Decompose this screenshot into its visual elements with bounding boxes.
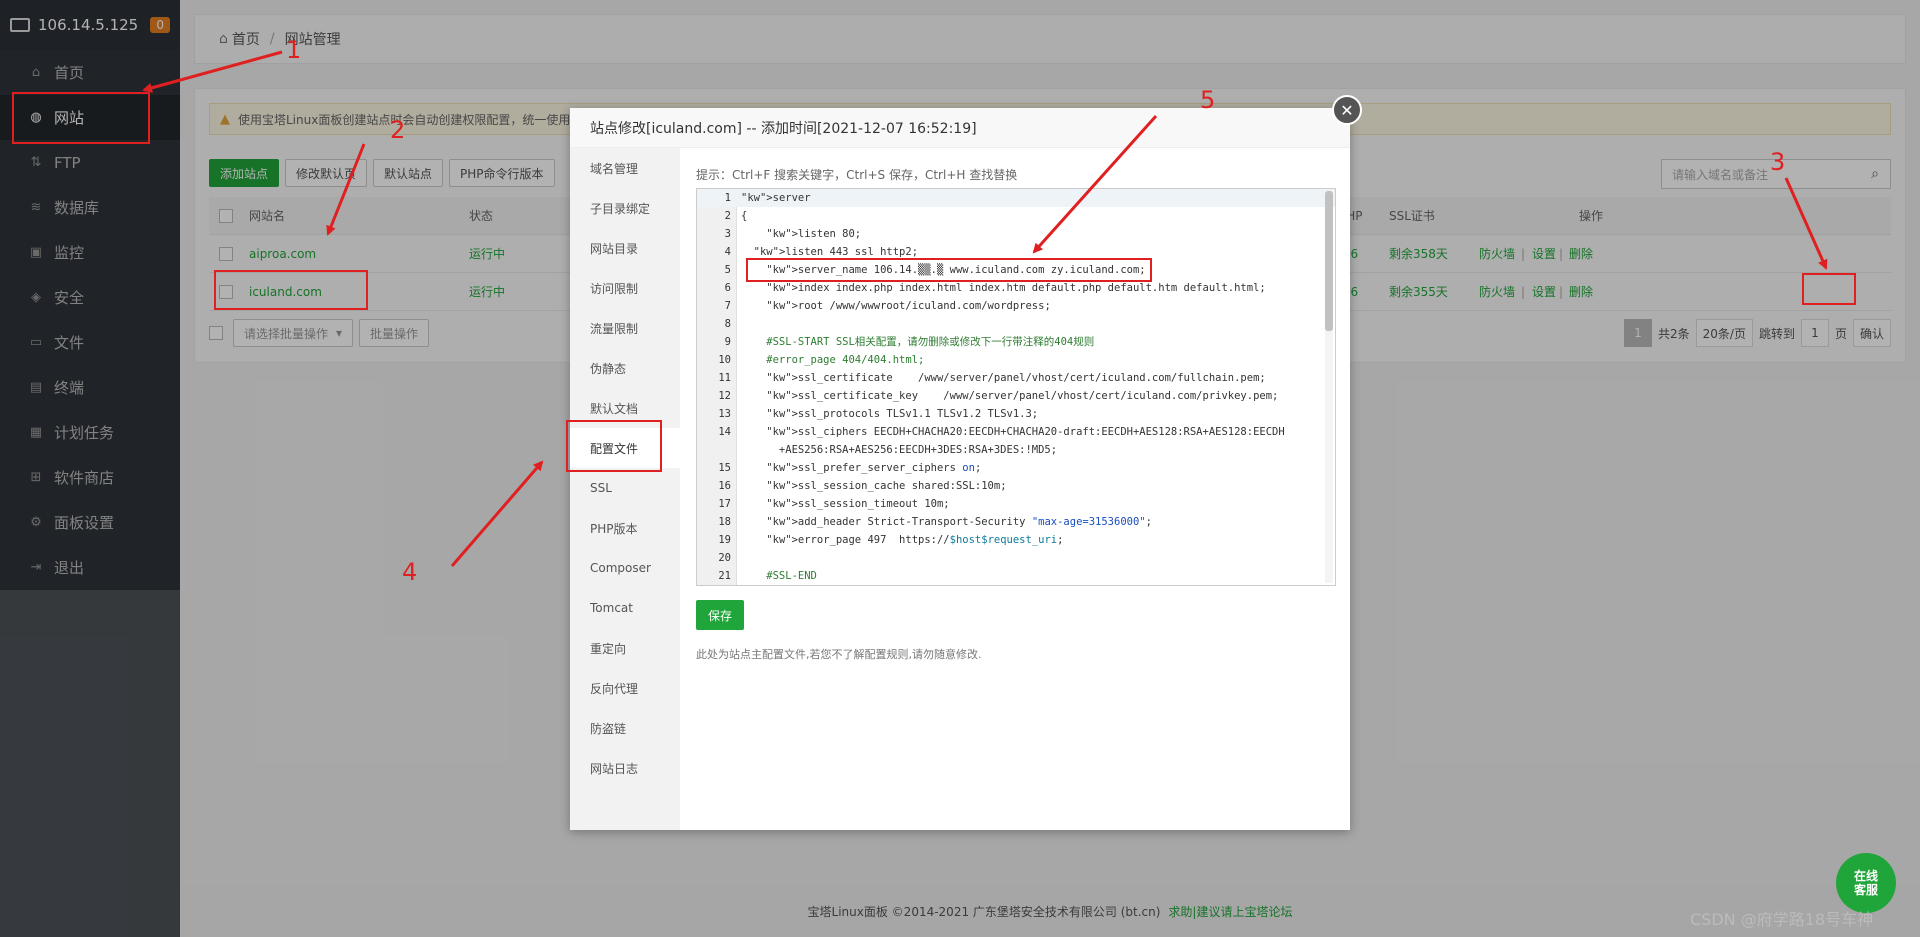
line-code[interactable]: "kw">ssl_session_cache shared:SSL:10m; xyxy=(741,477,1006,495)
watermark: CSDN @府学路18号车神 xyxy=(1690,910,1874,929)
editor-line[interactable]: 20 xyxy=(697,549,1335,567)
site-edit-modal: 站点修改[iculand.com] -- 添加时间[2021-12-07 16:… xyxy=(570,95,1362,830)
menu-redirect[interactable]: 重定向 xyxy=(570,628,680,668)
editor-line[interactable]: 7 "kw">root /www/wwwroot/iculand.com/wor… xyxy=(697,297,1335,315)
menu-logs[interactable]: 网站日志 xyxy=(570,748,680,788)
menu-composer[interactable]: Composer xyxy=(570,548,680,588)
annotation-number-4: 4 xyxy=(402,558,418,586)
line-number: 6 xyxy=(724,282,731,294)
line-number: 1 xyxy=(724,192,731,204)
line-code[interactable]: "kw">ssl_protocols TLSv1.1 TLSv1.2 TLSv1… xyxy=(741,405,1038,423)
editor-line[interactable]: 2{ xyxy=(697,207,1335,225)
editor-line[interactable]: 9 #SSL-START SSL相关配置，请勿删除或修改下一行带注释的404规则 xyxy=(697,333,1335,351)
close-icon[interactable]: ✕ xyxy=(1332,95,1362,125)
line-number: 10 xyxy=(718,354,731,366)
annotation-box-site-row xyxy=(214,270,368,310)
line-number: 7 xyxy=(724,300,731,312)
editor-line[interactable]: 18 "kw">add_header Strict-Transport-Secu… xyxy=(697,513,1335,531)
line-code[interactable]: "kw">ssl_prefer_server_ciphers on; xyxy=(741,459,981,477)
chat-label-2: 客服 xyxy=(1853,883,1878,897)
line-code[interactable]: "kw">ssl_certificate_key /www/server/pan… xyxy=(741,387,1278,405)
save-button[interactable]: 保存 xyxy=(696,600,745,630)
line-code[interactable]: "kw">add_header Strict-Transport-Securit… xyxy=(741,513,1152,531)
annotation-number-3: 3 xyxy=(1770,148,1786,176)
line-number: 16 xyxy=(718,480,731,492)
menu-reverse-proxy[interactable]: 反向代理 xyxy=(570,668,680,708)
line-code[interactable]: { xyxy=(741,207,747,225)
editor-line[interactable]: 17 "kw">ssl_session_timeout 10m; xyxy=(697,495,1335,513)
menu-subdir[interactable]: 子目录绑定 xyxy=(570,188,680,228)
modal-title: 站点修改[iculand.com] -- 添加时间[2021-12-07 16:… xyxy=(570,108,1350,148)
annotation-box-website xyxy=(12,92,150,144)
modal-menu: 域名管理 子目录绑定 网站目录 访问限制 流量限制 伪静态 默认文档 配置文件 … xyxy=(570,148,680,830)
online-support-button[interactable]: 在线 客服 xyxy=(1836,853,1896,913)
line-number: 8 xyxy=(724,318,731,330)
chat-label-1: 在线 xyxy=(1853,869,1878,883)
line-code[interactable]: "kw">root /www/wwwroot/iculand.com/wordp… xyxy=(741,297,1050,315)
menu-traffic[interactable]: 流量限制 xyxy=(570,308,680,348)
editor-line[interactable]: 1 "kw">server xyxy=(697,189,1335,207)
editor-line[interactable]: 19 "kw">error_page 497 https://$host$req… xyxy=(697,531,1335,549)
line-number: 19 xyxy=(718,534,731,546)
line-number: 11 xyxy=(718,372,731,384)
editor-line[interactable]: 21 #SSL-END xyxy=(697,567,1335,585)
line-number: 5 xyxy=(724,264,731,276)
editor-scrollbar[interactable] xyxy=(1325,191,1333,583)
line-number: 14 xyxy=(718,426,731,438)
line-code[interactable]: "kw">ssl_session_timeout 10m; xyxy=(741,495,949,513)
line-number: 17 xyxy=(718,498,731,510)
menu-rewrite[interactable]: 伪静态 xyxy=(570,348,680,388)
menu-ssl[interactable]: SSL xyxy=(570,468,680,508)
line-code[interactable]: "kw">error_page 497 https://$host$reques… xyxy=(741,531,1063,549)
menu-domain[interactable]: 域名管理 xyxy=(570,148,680,188)
menu-hotlink[interactable]: 防盗链 xyxy=(570,708,680,748)
line-number: 2 xyxy=(724,210,731,222)
line-code[interactable]: "kw">ssl_ciphers EECDH+CHACHA20:EECDH+CH… xyxy=(741,423,1284,441)
editor-line[interactable]: 12 "kw">ssl_certificate_key /www/server/… xyxy=(697,387,1335,405)
config-editor[interactable]: 1 "kw">server 2{3 "kw">listen 80; 4 "kw">li… xyxy=(696,188,1336,586)
menu-site-dir[interactable]: 网站目录 xyxy=(570,228,680,268)
annotation-number-2: 2 xyxy=(390,116,406,144)
editor-lines[interactable]: 1 "kw">server 2{3 "kw">listen 80; 4 "kw">li… xyxy=(697,189,1335,585)
editor-line[interactable]: 10 #error_page 404/404.html; xyxy=(697,351,1335,369)
editor-line[interactable]: 14 "kw">ssl_ciphers EECDH+CHACHA20:EECDH… xyxy=(697,423,1335,441)
annotation-number-1: 1 xyxy=(286,36,302,64)
line-code[interactable]: #SSL-END xyxy=(741,567,817,585)
line-number: 15 xyxy=(718,462,731,474)
menu-access[interactable]: 访问限制 xyxy=(570,268,680,308)
line-number: 9 xyxy=(724,336,731,348)
editor-line[interactable]: 8 xyxy=(697,315,1335,333)
line-code[interactable]: "kw">server xyxy=(741,189,811,207)
line-code[interactable]: #error_page 404/404.html; xyxy=(741,351,924,369)
menu-php-version[interactable]: PHP版本 xyxy=(570,508,680,548)
annotation-box-config xyxy=(566,420,662,472)
config-note: 此处为站点主配置文件,若您不了解配置规则,请勿随意修改. xyxy=(696,648,982,661)
editor-hint: 提示：Ctrl+F 搜索关键字，Ctrl+S 保存，Ctrl+H 查找替换 xyxy=(696,168,1018,182)
line-code[interactable]: +AES256:RSA+AES256:EECDH+3DES:RSA+3DES:!… xyxy=(741,441,1057,459)
editor-line[interactable]: 3 "kw">listen 80; xyxy=(697,225,1335,243)
menu-tomcat[interactable]: Tomcat xyxy=(570,588,680,628)
line-code[interactable]: #SSL-START SSL相关配置，请勿删除或修改下一行带注释的404规则 xyxy=(741,333,1094,351)
line-code[interactable]: "kw">ssl_certificate /www/server/panel/v… xyxy=(741,369,1265,387)
editor-line[interactable]: 16 "kw">ssl_session_cache shared:SSL:10m… xyxy=(697,477,1335,495)
editor-line[interactable]: 11 "kw">ssl_certificate /www/server/pane… xyxy=(697,369,1335,387)
editor-line[interactable]: 13 "kw">ssl_protocols TLSv1.1 TLSv1.2 TL… xyxy=(697,405,1335,423)
editor-line[interactable]: 15 "kw">ssl_prefer_server_ciphers on; xyxy=(697,459,1335,477)
line-number: 20 xyxy=(718,552,731,564)
modal-content: 提示：Ctrl+F 搜索关键字，Ctrl+S 保存，Ctrl+H 查找替换 1 "… xyxy=(696,148,1336,830)
line-number: 21 xyxy=(718,570,731,582)
line-number: 13 xyxy=(718,408,731,420)
annotation-box-settings xyxy=(1802,273,1856,305)
line-number: 12 xyxy=(718,390,731,402)
editor-line[interactable]: +AES256:RSA+AES256:EECDH+3DES:RSA+3DES:!… xyxy=(697,441,1335,459)
scrollbar-thumb[interactable] xyxy=(1325,191,1333,331)
line-code[interactable]: "kw">listen 80; xyxy=(741,225,861,243)
annotation-number-5: 5 xyxy=(1200,86,1216,114)
line-number: 3 xyxy=(724,228,731,240)
line-number: 18 xyxy=(718,516,731,528)
line-number: 4 xyxy=(724,246,731,258)
annotation-box-server-name xyxy=(746,258,1152,282)
